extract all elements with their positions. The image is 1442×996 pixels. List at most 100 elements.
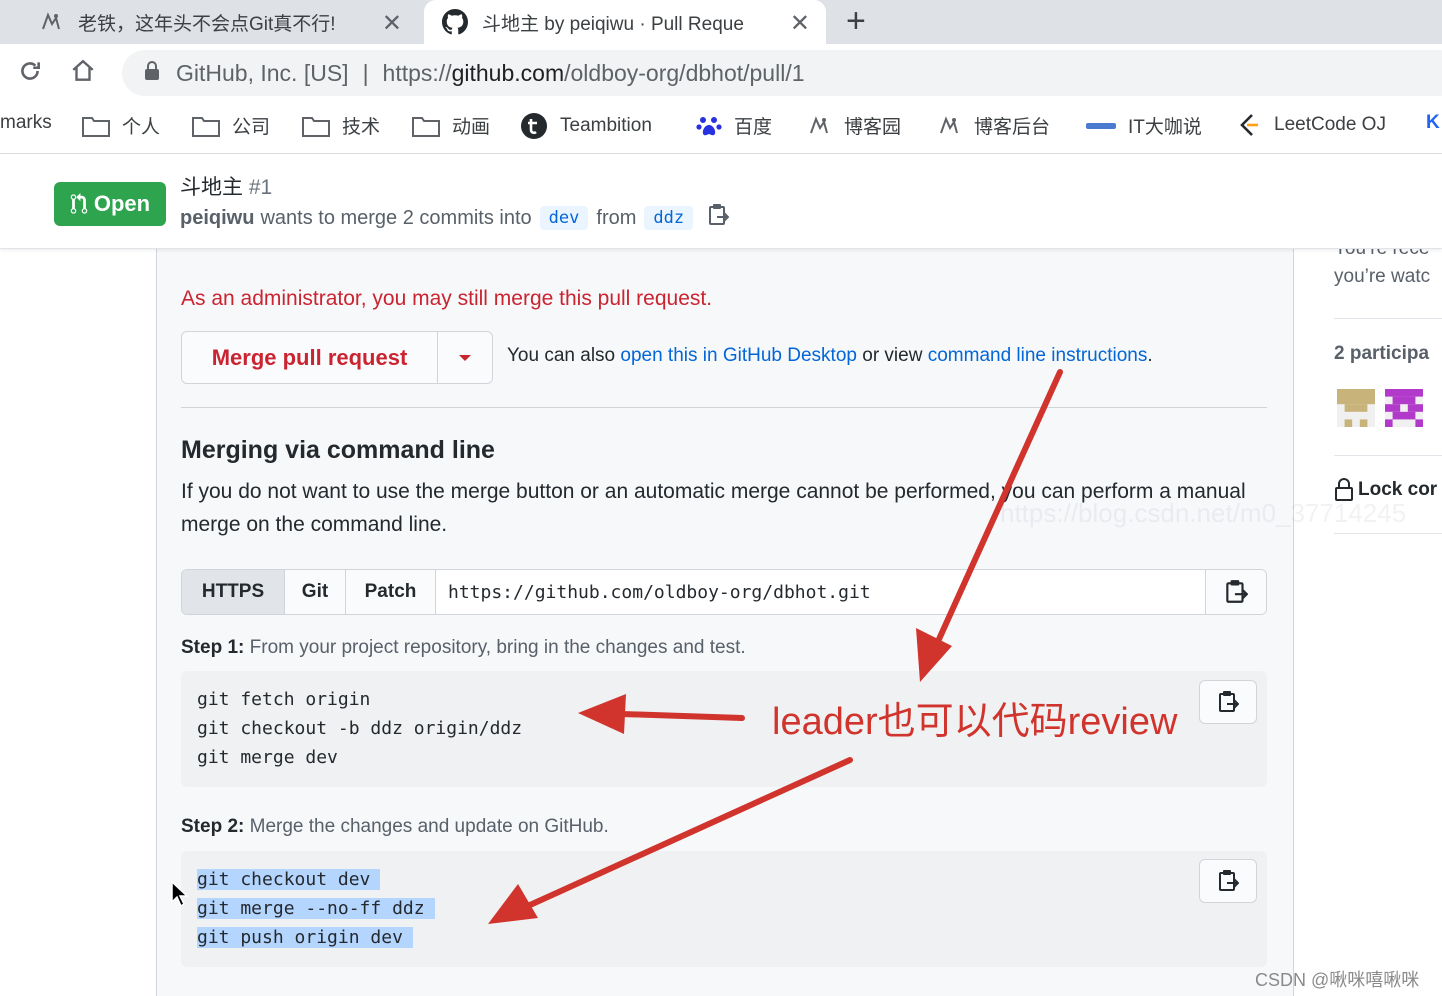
reload-icon[interactable]: [13, 54, 47, 88]
bookmark-cnblogs[interactable]: 博客园: [806, 112, 901, 139]
bookmark-baidu[interactable]: 百度: [696, 112, 772, 139]
also-middle: or view: [862, 345, 923, 366]
step-2-code-block: git checkout dev git merge --no-ff ddz g…: [181, 851, 1267, 967]
also-suffix: .: [1147, 345, 1153, 366]
cnblogs-favicon-icon: [38, 9, 64, 35]
csdn-credit: CSDN @啾咪嘻啾咪: [1255, 970, 1420, 990]
bookmark-label: 动画: [452, 117, 491, 138]
code-line: git checkout dev: [197, 865, 1267, 894]
bookmark-marks[interactable]: marks: [0, 112, 52, 134]
head-branch-label[interactable]: ddz: [644, 206, 694, 230]
merge-button-group: Merge pull request: [181, 331, 493, 384]
copy-step-1-button[interactable]: [1199, 680, 1257, 724]
merge-pull-request-button[interactable]: Merge pull request: [182, 332, 438, 383]
clone-url-bar: HTTPS Git Patch https://github.com/oldbo…: [181, 569, 1267, 615]
merge-method-dropdown[interactable]: [438, 332, 492, 383]
step-1-title: Step 1:: [181, 637, 245, 658]
command-line-heading: Merging via command line: [181, 436, 495, 464]
home-icon[interactable]: [66, 54, 100, 88]
address-separator: |: [362, 59, 369, 86]
protocol-https-tab[interactable]: HTTPS: [182, 570, 285, 614]
bookmark-label: 博客后台: [974, 117, 1051, 138]
pr-state-badge: Open: [54, 182, 166, 226]
bookmark-label: 百度: [734, 117, 773, 138]
leetcode-icon: [1236, 112, 1262, 138]
teambition-icon: [520, 112, 548, 140]
bookmark-label: K: [1426, 112, 1440, 133]
step-2-text: Merge the changes and update on GitHub.: [249, 816, 609, 837]
github-desktop-link[interactable]: open this in GitHub Desktop: [620, 345, 857, 366]
pr-author-link[interactable]: peiqiwu: [180, 207, 254, 230]
code-line: git push origin dev: [197, 923, 1267, 952]
folder-icon: [82, 115, 110, 137]
step-2-label: Step 2: Merge the changes and update on …: [181, 816, 609, 838]
bookmark-tech[interactable]: 技术: [302, 112, 380, 139]
command-line-instructions-link[interactable]: command line instructions: [928, 345, 1148, 366]
folder-icon: [412, 115, 440, 137]
selected-code-text: git push origin dev: [197, 927, 413, 948]
caret-down-icon: [459, 354, 471, 361]
pr-from-text: from: [596, 206, 637, 229]
lock-icon: [144, 60, 160, 87]
protocol-patch-tab[interactable]: Patch: [346, 570, 436, 614]
address-bar[interactable]: GitHub, Inc. [US] | https:// github.com …: [122, 50, 1442, 96]
bookmark-leetcode[interactable]: LeetCode OJ: [1236, 112, 1386, 138]
step-2-title: Step 2:: [181, 816, 245, 837]
close-tab-icon[interactable]: ✕: [382, 9, 402, 38]
tab-strip: 老铁，这年头不会点Git真不行! ✕ 斗地主 by peiqiwu · Pull…: [0, 0, 1442, 44]
bookmark-label: marks: [0, 112, 52, 133]
tab-title: 斗地主 by peiqiwu · Pull Reque: [482, 13, 744, 35]
copy-step-2-button[interactable]: [1199, 859, 1257, 903]
clone-url-input[interactable]: https://github.com/oldboy-org/dbhot.git: [436, 570, 1206, 614]
cnblogs-icon: [936, 114, 962, 138]
bookmark-teambition[interactable]: Teambition: [520, 112, 652, 140]
pr-title: 斗地主 #1: [180, 171, 272, 201]
bookmark-label: 技术: [342, 117, 381, 138]
avatar[interactable]: [1336, 389, 1376, 427]
bookmark-label: IT大咖说: [1128, 117, 1202, 138]
sidebar-divider: [1334, 455, 1442, 456]
also-prefix: You can also: [507, 345, 616, 366]
tab-pull-request[interactable]: 斗地主 by peiqiwu · Pull Reque ✕: [424, 0, 826, 44]
url-scheme: https://: [382, 59, 452, 86]
bookmark-label: 公司: [232, 117, 271, 138]
bookmark-animation[interactable]: 动画: [412, 112, 490, 139]
pr-merge-text: wants to merge 2 commits into: [260, 206, 532, 229]
bookmark-personal[interactable]: 个人: [82, 112, 160, 139]
mouse-cursor-icon: [170, 880, 190, 913]
close-tab-icon[interactable]: ✕: [790, 9, 810, 38]
sidebar-divider: [1334, 318, 1442, 319]
copy-clone-url-button[interactable]: [1206, 570, 1266, 614]
tab-title: 老铁，这年头不会点Git真不行!: [78, 13, 336, 35]
baidu-paw-icon: [696, 113, 722, 139]
protocol-git-tab[interactable]: Git: [285, 570, 346, 614]
browser-toolbar: GitHub, Inc. [US] | https:// github.com …: [0, 44, 1442, 102]
github-favicon-icon: [442, 9, 468, 35]
url-host: github.com: [451, 59, 565, 86]
sidebar-divider: [1334, 533, 1442, 534]
certificate-owner: GitHub, Inc. [US]: [176, 59, 349, 86]
section-divider: [181, 407, 1267, 408]
bookmark-label: 博客园: [844, 117, 902, 138]
code-line: git merge --no-ff ddz: [197, 894, 1267, 923]
participants-heading: 2 participa: [1334, 343, 1430, 364]
pr-sticky-header: Open 斗地主 #1 peiqiwu wants to merge 2 com…: [0, 155, 1442, 249]
clipboard-icon: [1219, 691, 1239, 712]
pr-state-label: Open: [93, 191, 151, 216]
tab-git-article[interactable]: 老铁，这年头不会点Git真不行! ✕: [0, 0, 418, 44]
itdks-icon: [1086, 121, 1116, 131]
url-path: /oldboy-org/dbhot/pull/1: [564, 59, 805, 86]
new-tab-button[interactable]: +: [846, 2, 866, 41]
pr-number: #1: [248, 176, 273, 199]
bookmark-k[interactable]: K: [1426, 112, 1440, 134]
annotation-label: leader也可以代码review: [772, 701, 1178, 743]
avatar[interactable]: [1384, 389, 1424, 427]
bookmark-blog-admin[interactable]: 博客后台: [936, 112, 1050, 139]
clipboard-icon[interactable]: [707, 203, 730, 233]
bookmark-label: Teambition: [560, 115, 652, 136]
clipboard-icon: [1226, 580, 1248, 603]
base-branch-label[interactable]: dev: [539, 206, 589, 230]
selected-code-text: git checkout dev: [197, 869, 381, 890]
bookmark-itdks[interactable]: IT大咖说: [1086, 112, 1202, 139]
bookmark-company[interactable]: 公司: [192, 112, 270, 139]
